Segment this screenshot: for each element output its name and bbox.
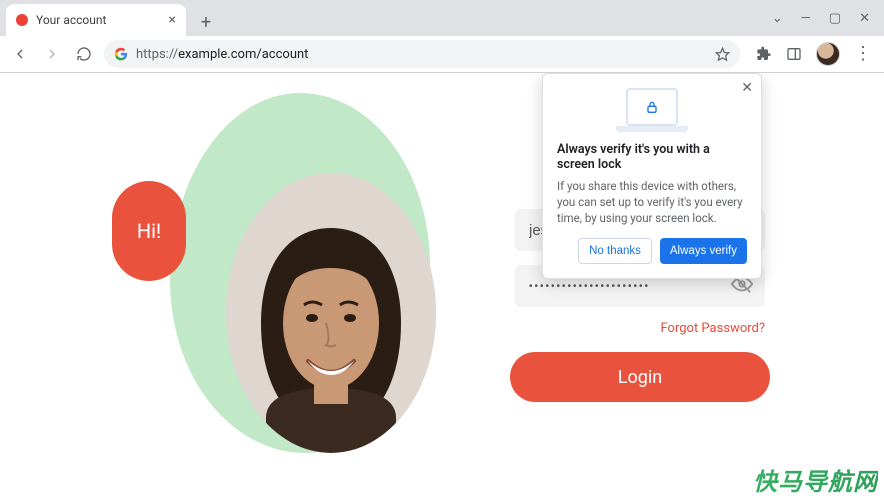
toolbar: https://example.com/account ⋮ <box>0 36 884 72</box>
back-arrow-icon <box>12 46 28 62</box>
back-button[interactable] <box>8 42 32 66</box>
popover-body: If you share this device with others, yo… <box>557 178 747 226</box>
maximize-button[interactable]: ▢ <box>829 11 841 26</box>
reload-button[interactable] <box>72 42 96 66</box>
always-verify-button[interactable]: Always verify <box>660 238 747 264</box>
browser-chrome: Your account × + ⌄ — ▢ ✕ <box>0 0 884 73</box>
star-icon[interactable] <box>715 47 730 62</box>
profile-avatar[interactable] <box>816 42 840 66</box>
kebab-menu-icon[interactable]: ⋮ <box>854 45 872 63</box>
puzzle-icon[interactable] <box>756 46 772 62</box>
forgot-password-link[interactable]: Forgot Password? <box>515 321 765 336</box>
active-tab[interactable]: Your account × <box>6 4 186 36</box>
no-thanks-button[interactable]: No thanks <box>578 238 652 264</box>
page-content: Hi! W Please <box>0 73 884 501</box>
laptop-lock-illustration <box>612 88 692 132</box>
reload-icon <box>76 46 92 62</box>
url-scheme: https:// <box>136 47 178 62</box>
address-bar[interactable]: https://example.com/account <box>104 40 740 68</box>
popover-close-button[interactable]: ✕ <box>741 80 753 96</box>
tab-bar: Your account × + ⌄ — ▢ ✕ <box>0 0 884 36</box>
screen-lock-popover: ✕ Always verify it's you with a screen l… <box>542 73 762 279</box>
forward-arrow-icon <box>44 46 60 62</box>
login-button[interactable]: Login <box>510 352 770 402</box>
tab-title: Your account <box>36 13 106 27</box>
url-host: example.com/account <box>178 47 308 62</box>
new-tab-button[interactable]: + <box>192 8 220 36</box>
password-field[interactable] <box>529 281 751 292</box>
lock-icon <box>644 99 660 115</box>
popover-actions: No thanks Always verify <box>557 238 747 264</box>
hero-portrait <box>226 173 436 453</box>
toolbar-right: ⋮ <box>748 42 876 66</box>
forward-button[interactable] <box>40 42 64 66</box>
minimize-button[interactable]: — <box>801 11 811 26</box>
side-panel-icon[interactable] <box>786 46 802 62</box>
greeting-text: Hi! <box>137 219 161 243</box>
chevron-down-icon[interactable]: ⌄ <box>772 11 783 26</box>
watermark-text: 快马导航网 <box>753 462 878 497</box>
window-controls: ⌄ — ▢ ✕ <box>772 0 884 36</box>
google-g-icon <box>114 47 128 61</box>
greeting-pill: Hi! <box>112 181 186 281</box>
portrait-illustration <box>226 173 436 453</box>
close-tab-button[interactable]: × <box>169 13 176 27</box>
popover-title: Always verify it's you with a screen loc… <box>557 142 747 172</box>
url-text: https://example.com/account <box>136 47 308 62</box>
close-window-button[interactable]: ✕ <box>859 11 870 26</box>
favicon-icon <box>16 14 28 26</box>
